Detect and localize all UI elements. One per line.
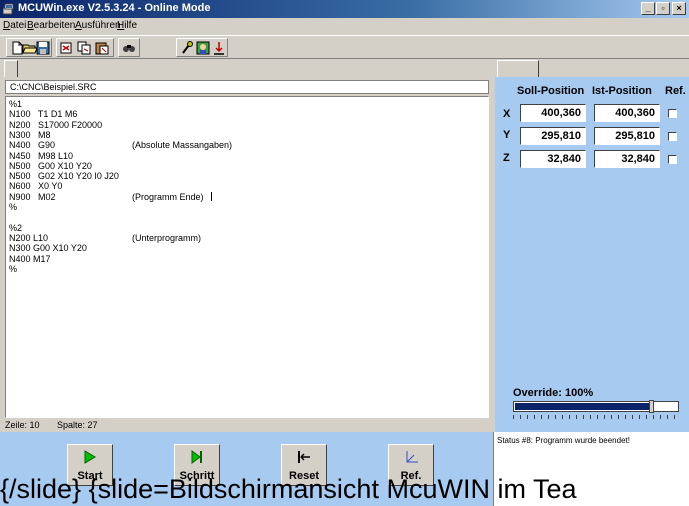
code-line[interactable]: N200 L10 bbox=[9, 233, 48, 243]
soll-position-header: Soll-Position bbox=[517, 85, 585, 97]
code-comment[interactable]: (Unterprogramm) bbox=[132, 233, 201, 243]
code-line[interactable]: N400 M17 bbox=[9, 254, 51, 264]
code-line[interactable]: N900 M02 bbox=[9, 192, 56, 202]
download-icon[interactable] bbox=[211, 40, 227, 56]
line-indicator: Zeile: 10 bbox=[5, 420, 40, 430]
override-slider[interactable] bbox=[513, 400, 679, 413]
ref-checkbox-x[interactable] bbox=[668, 109, 677, 118]
code-comment[interactable]: (Absolute Massangaben) bbox=[132, 140, 232, 150]
code-line[interactable]: N400 G90 bbox=[9, 140, 55, 150]
minimize-button[interactable]: _ bbox=[641, 2, 655, 15]
code-editor[interactable]: %1 N100 T1 D1 M6 N200 S17000 F20000 N300 M8… bbox=[5, 96, 489, 418]
program-panel: C:\CNC\Beispiel.SRC %1 N100 T1 D1 M6 N200 … bbox=[0, 77, 493, 432]
cut-icon[interactable] bbox=[59, 40, 75, 56]
code-line[interactable]: N500 G02 X10 Y20 I0 J20 bbox=[9, 171, 119, 181]
ist-x: 400,360 bbox=[594, 104, 660, 122]
code-line[interactable]: % bbox=[9, 264, 17, 274]
axis-label-z: Z bbox=[503, 152, 510, 164]
code-line[interactable]: N450 M98 L10 bbox=[9, 151, 73, 161]
menu-bearbeiten[interactable]: Bearbeiten bbox=[27, 20, 75, 31]
mcuwin-window: MCUWin.exe V2.5.3.24 - Online Mode _ ▫ ×… bbox=[0, 0, 689, 506]
save-file-icon[interactable] bbox=[35, 40, 51, 56]
copy-icon[interactable] bbox=[76, 40, 92, 56]
code-line[interactable]: N300 M8 bbox=[9, 130, 51, 140]
close-button[interactable]: × bbox=[672, 2, 686, 15]
axis-label-x: X bbox=[503, 108, 511, 120]
editor-status: Zeile: 10 Spalte: 27 bbox=[0, 418, 493, 432]
code-line[interactable]: N500 G00 X10 Y20 bbox=[9, 161, 92, 171]
code-line[interactable]: %2 bbox=[9, 223, 22, 233]
maximize-button[interactable]: ▫ bbox=[656, 2, 670, 15]
play-icon bbox=[84, 450, 96, 464]
slide-caption: {/slide} {slide=Bildschirmansicht McuWIN… bbox=[0, 474, 577, 504]
file-path: C:\CNC\Beispiel.SRC bbox=[5, 80, 489, 94]
editor-tab[interactable] bbox=[4, 60, 18, 77]
find-icon[interactable] bbox=[121, 40, 137, 56]
ref-checkbox-z[interactable] bbox=[668, 155, 677, 164]
user-icon[interactable] bbox=[195, 40, 211, 56]
app-icon bbox=[3, 3, 14, 15]
toolbar-group-file bbox=[6, 38, 52, 57]
code-line[interactable]: N200 S17000 F20000 bbox=[9, 120, 102, 130]
axis-label-y: Y bbox=[503, 129, 511, 141]
column-indicator: Spalte: 27 bbox=[57, 420, 98, 430]
soll-z: 32,840 bbox=[520, 150, 586, 168]
code-line[interactable]: N100 T1 D1 M6 bbox=[9, 109, 77, 119]
status-message: Status #8: Programm wurde beendet! bbox=[497, 436, 630, 445]
ist-y: 295,810 bbox=[594, 127, 660, 145]
menu-datei[interactable]: Datei bbox=[3, 20, 26, 31]
reference-axes-icon bbox=[406, 451, 418, 463]
override-label: Override: 100% bbox=[513, 387, 594, 399]
settings-icon[interactable] bbox=[179, 40, 195, 56]
step-icon bbox=[191, 450, 202, 464]
soll-y: 295,810 bbox=[520, 127, 586, 145]
toolbar bbox=[0, 35, 689, 59]
ist-position-header: Ist-Position bbox=[592, 85, 652, 97]
ist-z: 32,840 bbox=[594, 150, 660, 168]
toolbar-group-find bbox=[118, 38, 140, 57]
paste-icon[interactable] bbox=[94, 40, 110, 56]
ref-checkbox-y[interactable] bbox=[668, 132, 677, 141]
override-ticks bbox=[513, 415, 679, 419]
window-title: MCUWin.exe V2.5.3.24 - Online Mode bbox=[18, 2, 211, 14]
position-panel: Soll-Position Ist-Position Ref. X 400,36… bbox=[495, 77, 689, 432]
override-slider-thumb[interactable] bbox=[649, 400, 654, 413]
position-tab[interactable] bbox=[497, 60, 539, 77]
reset-arrow-icon bbox=[298, 451, 310, 463]
override-fill bbox=[515, 403, 649, 410]
toolbar-group-edit bbox=[56, 38, 114, 57]
title-bar: MCUWin.exe V2.5.3.24 - Online Mode _ ▫ × bbox=[0, 0, 689, 18]
menu-ausfuehren[interactable]: Ausführen bbox=[75, 20, 121, 31]
code-line[interactable]: % bbox=[9, 202, 17, 212]
toolbar-group-tools bbox=[176, 38, 228, 57]
ref-header: Ref. bbox=[665, 85, 686, 97]
code-line[interactable]: N600 X0 Y0 bbox=[9, 181, 62, 191]
menu-bar: Datei Bearbeiten Ausführen Hilfe bbox=[0, 18, 689, 35]
code-line[interactable]: %1 bbox=[9, 99, 22, 109]
text-caret bbox=[211, 191, 212, 201]
soll-x: 400,360 bbox=[520, 104, 586, 122]
code-line[interactable]: N300 G00 X10 Y20 bbox=[9, 243, 87, 253]
tab-strip bbox=[0, 59, 689, 77]
menu-hilfe[interactable]: Hilfe bbox=[117, 20, 137, 31]
code-comment[interactable]: (Programm Ende) bbox=[132, 192, 204, 202]
